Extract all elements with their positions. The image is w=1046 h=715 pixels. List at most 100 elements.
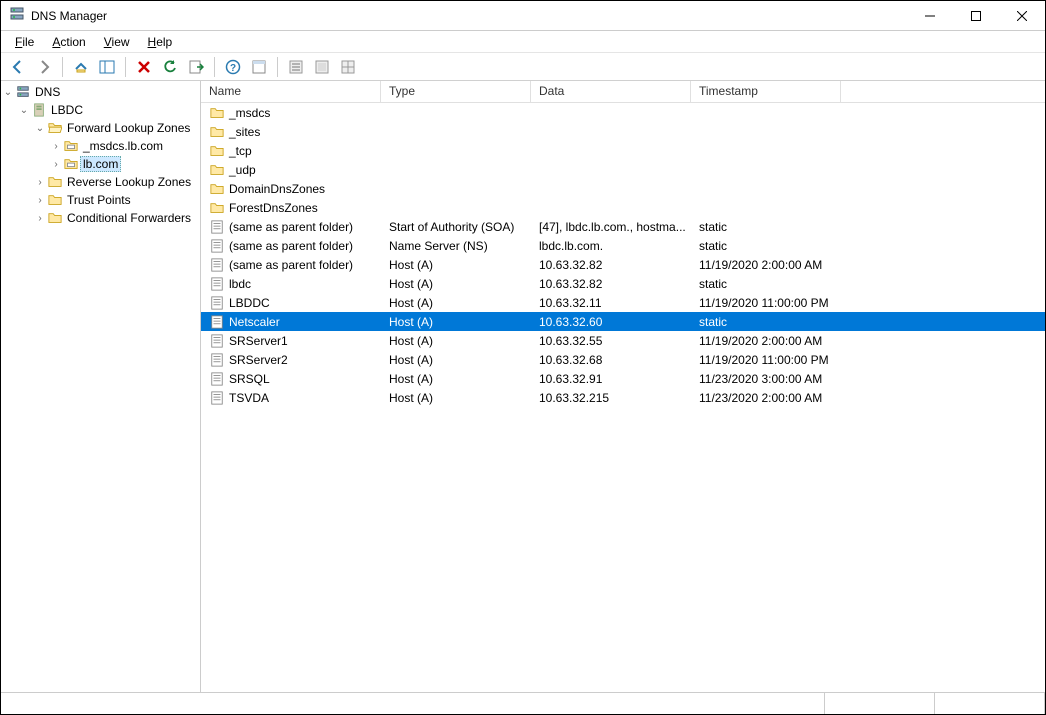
menu-file[interactable]: File [7,33,42,51]
cell-type: Host (A) [381,350,531,369]
tree-label: DNS [35,85,60,99]
column-header-data[interactable]: Data [531,81,691,102]
server-icon [31,102,47,118]
cell-name: _msdcs [201,103,381,122]
list-row[interactable]: _udp [201,160,1045,179]
maximize-button[interactable] [953,1,999,31]
cell-name-text: Netscaler [229,315,280,329]
toolbar-help-button[interactable] [222,56,244,78]
tree-node-msdcs[interactable]: › _msdcs.lb.com [49,137,200,155]
cell-timestamp: static [691,217,841,236]
cell-data [531,103,691,122]
cell-name-text: DomainDnsZones [229,182,325,196]
list-row[interactable]: _tcp [201,141,1045,160]
cell-timestamp: static [691,236,841,255]
cell-timestamp [691,122,841,141]
menu-view[interactable]: View [96,33,138,51]
toolbar-show-hide-button[interactable] [96,56,118,78]
cell-data: 10.63.32.91 [531,369,691,388]
cell-name-text: ForestDnsZones [229,201,318,215]
toolbar-export-button[interactable] [185,56,207,78]
chevron-right-icon[interactable]: › [33,213,47,224]
cell-data: 10.63.32.82 [531,274,691,293]
toolbar-forward-button[interactable] [33,56,55,78]
chevron-right-icon[interactable]: › [49,159,63,170]
tree-node-reverse-lookup[interactable]: › Reverse Lookup Zones [33,173,200,191]
list-row[interactable]: _sites [201,122,1045,141]
cell-name: Netscaler [201,312,381,331]
tree-node-conditional-forwarders[interactable]: › Conditional Forwarders [33,209,200,227]
list-row[interactable]: SRSQLHost (A)10.63.32.9111/23/2020 3:00:… [201,369,1045,388]
toolbar-new-record2-button[interactable] [311,56,333,78]
tree-pane[interactable]: ⌄ DNS ⌄ LBDC [1,81,201,692]
chevron-down-icon[interactable]: ⌄ [17,105,31,116]
folder-icon [209,106,225,120]
cell-data: 10.63.32.215 [531,388,691,407]
cell-name-text: (same as parent folder) [229,220,353,234]
record-icon [209,239,225,253]
folder-icon [47,210,63,226]
chevron-down-icon[interactable]: ⌄ [1,87,15,98]
cell-timestamp [691,179,841,198]
tree-node-trust-points[interactable]: › Trust Points [33,191,200,209]
chevron-right-icon[interactable]: › [49,141,63,152]
tree-node-dns[interactable]: ⌄ DNS [1,83,200,101]
tree-node-forward-lookup[interactable]: ⌄ Forward Lookup Zones [33,119,200,137]
list-row[interactable]: SRServer1Host (A)10.63.32.5511/19/2020 2… [201,331,1045,350]
status-segment [825,693,935,714]
cell-name: lbdc [201,274,381,293]
zone-icon [63,156,79,172]
close-button[interactable] [999,1,1045,31]
cell-data [531,122,691,141]
column-header-timestamp[interactable]: Timestamp [691,81,841,102]
folder-icon [47,174,63,190]
list-row[interactable]: LBDDCHost (A)10.63.32.1111/19/2020 11:00… [201,293,1045,312]
list-row[interactable]: (same as parent folder)Host (A)10.63.32.… [201,255,1045,274]
list-row[interactable]: lbdcHost (A)10.63.32.82static [201,274,1045,293]
cell-name: (same as parent folder) [201,236,381,255]
toolbar-new-record3-button[interactable] [337,56,359,78]
chevron-down-icon[interactable]: ⌄ [33,123,47,134]
toolbar-back-button[interactable] [7,56,29,78]
menu-help[interactable]: Help [140,33,181,51]
toolbar-properties-button[interactable] [248,56,270,78]
tree-label: Reverse Lookup Zones [67,175,191,189]
list-row[interactable]: TSVDAHost (A)10.63.32.21511/23/2020 2:00… [201,388,1045,407]
column-header-type[interactable]: Type [381,81,531,102]
column-header-name[interactable]: Name [201,81,381,102]
titlebar: DNS Manager [1,1,1045,31]
app-icon [9,6,25,25]
menu-action[interactable]: Action [44,33,93,51]
list-row[interactable]: DomainDnsZones [201,179,1045,198]
record-icon [209,315,225,329]
cell-data [531,141,691,160]
toolbar-new-record-button[interactable] [285,56,307,78]
list-row[interactable]: ForestDnsZones [201,198,1045,217]
cell-name-text: lbdc [229,277,251,291]
cell-type [381,179,531,198]
toolbar-delete-button[interactable] [133,56,155,78]
cell-timestamp [691,103,841,122]
toolbar-refresh-button[interactable] [159,56,181,78]
cell-data: lbdc.lb.com. [531,236,691,255]
list-row[interactable]: (same as parent folder)Name Server (NS)l… [201,236,1045,255]
tree-node-lbcom[interactable]: › lb.com [49,155,200,173]
cell-type: Host (A) [381,331,531,350]
folder-icon [47,192,63,208]
list-row[interactable]: (same as parent folder)Start of Authorit… [201,217,1045,236]
cell-type: Host (A) [381,388,531,407]
list-row[interactable]: NetscalerHost (A)10.63.32.60static [201,312,1045,331]
window-title: DNS Manager [31,9,107,23]
cell-type: Host (A) [381,293,531,312]
tree-node-server[interactable]: ⌄ LBDC [17,101,200,119]
statusbar [1,692,1045,714]
cell-type [381,103,531,122]
chevron-right-icon[interactable]: › [33,177,47,188]
toolbar-up-button[interactable] [70,56,92,78]
chevron-right-icon[interactable]: › [33,195,47,206]
list-body[interactable]: _msdcs_sites_tcp_udp DomainDnsZones Forest… [201,103,1045,692]
cell-type: Host (A) [381,255,531,274]
minimize-button[interactable] [907,1,953,31]
list-row[interactable]: SRServer2Host (A)10.63.32.6811/19/2020 1… [201,350,1045,369]
list-row[interactable]: _msdcs [201,103,1045,122]
